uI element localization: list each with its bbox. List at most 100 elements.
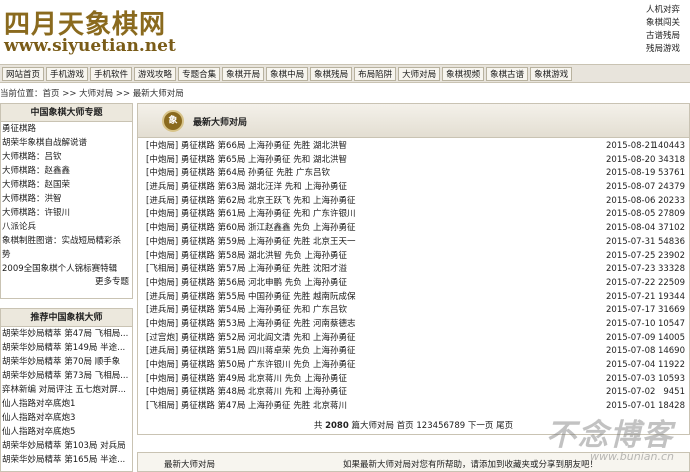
sidebar-recommend: 推荐中国象棋大师 胡荣华妙局精萃 第47局 飞相局... 胡荣华妙局精萃 第149… [0, 308, 133, 472]
sidebar-link[interactable]: 胡荣华妙局精萃 第70局 顺手象 [1, 355, 132, 369]
sidebar-topics: 中国象棋大师专题 勇征棋路 胡荣华象棋自战解说谱 大师棋路：吕钦 大师棋路：赵鑫鑫 大师… [0, 103, 133, 299]
game-views: 14005 [657, 332, 685, 343]
nav-item-11[interactable]: 象棋古谱 [486, 66, 529, 81]
game-date: 2015-08-05 [606, 209, 656, 220]
game-title-link[interactable]: [进兵局] 勇征棋路 第62局 北京王跃飞 先和 上海孙勇征 [146, 195, 355, 209]
sidebar-link[interactable]: 势 [1, 248, 132, 262]
game-views: 24379 [657, 182, 685, 193]
game-views: 34318 [657, 154, 685, 165]
game-title-link[interactable]: [中炮局] 勇征棋路 第61局 上海孙勇征 先和 广东许银川 [146, 208, 355, 222]
game-views: 27809 [657, 209, 685, 220]
sidebar-link[interactable]: 仙人指路对卒底炮1 [1, 397, 132, 411]
nav-item-12[interactable]: 象棋游戏 [530, 66, 573, 81]
nav-item-10[interactable]: 象棋视频 [442, 66, 485, 81]
game-views: 31669 [657, 305, 685, 316]
game-title-link[interactable]: [中炮局] 勇征棋路 第58局 湖北洪智 先负 上海孙勇征 [146, 250, 347, 264]
pager-last-link[interactable]: 尾页 [496, 421, 513, 431]
pager-next-link[interactable]: 下一页 [468, 421, 494, 431]
game-date: 2015-07-01 [606, 401, 656, 412]
game-title-link[interactable]: [中炮局] 勇征棋路 第60局 浙江赵鑫鑫 先负 上海孙勇征 [146, 222, 355, 236]
game-views: 23902 [657, 250, 685, 261]
game-date: 2015-07-04 [606, 360, 656, 370]
top-link-1[interactable]: 象棋闯关 [646, 17, 686, 30]
top-link-3[interactable]: 残局游戏 [646, 43, 686, 56]
main-nav: 网站首页 手机游戏 手机软件 游戏攻略 专题合集 象棋开局 象棋中局 象棋残局 布局陷阱 大师对局… [0, 64, 690, 83]
nav-item-7[interactable]: 象棋残局 [310, 66, 353, 81]
game-date: 2015-08-07 [606, 182, 656, 193]
sidebar-link[interactable]: 胡荣华妙局精萃 第149局 半途... [1, 341, 132, 355]
nav-item-0[interactable]: 网站首页 [2, 66, 45, 81]
game-title-link[interactable]: [中炮局] 勇征棋路 第53局 上海孙勇征 先胜 河南蔡德志 [146, 318, 355, 332]
game-list: [中炮局] 勇征棋路 第66局 上海孙勇征 先胜 湖北洪智 2015-08-21 1… [138, 138, 689, 414]
site-url[interactable]: www.siyuetian.net [4, 36, 176, 56]
game-views: 37102 [657, 223, 685, 234]
sidebar-link[interactable]: 胡荣华妙局精萃 第47局 飞相局... [1, 327, 132, 341]
list-item: [中炮局] 勇征棋路 第60局 浙江赵鑫鑫 先负 上海孙勇征 2015-08-04… [146, 222, 689, 236]
game-date: 2015-08-19 [606, 168, 656, 179]
game-title-link[interactable]: [中炮局] 勇征棋路 第66局 上海孙勇征 先胜 湖北洪智 [146, 140, 347, 154]
game-title-link[interactable]: [过宫炮] 勇征棋路 第52局 河北阎文清 先和 上海孙勇征 [146, 332, 355, 346]
sidebar-recommend-title: 推荐中国象棋大师 [1, 309, 132, 327]
game-views: 33328 [657, 264, 685, 275]
sidebar-link[interactable]: 弈林新编 对局评注 五七炮对屏... [1, 383, 132, 397]
game-title-link[interactable]: [中炮局] 勇征棋路 第50局 广东许银川 先负 上海孙勇征 [146, 359, 355, 373]
game-date: 2015-08-04 [606, 223, 656, 234]
sidebar-link[interactable]: 大师棋路：赵鑫鑫 [1, 164, 132, 178]
game-views: 18428 [657, 401, 685, 412]
sidebar-link[interactable]: 大师棋路：许银川 [1, 206, 132, 220]
game-title-link[interactable]: [进兵局] 勇征棋路 第54局 上海孙勇征 先和 广东吕钦 [146, 304, 347, 318]
bottom-title: 最新大师对局 [164, 460, 216, 470]
game-date: 2015-08-06 [606, 195, 656, 206]
game-title-link[interactable]: [中炮局] 勇征棋路 第49局 北京蒋川 先负 上海孙勇征 [146, 373, 347, 387]
sidebar-link[interactable]: 胡荣华妙局精萃 第165局 半途... [1, 453, 132, 467]
nav-item-5[interactable]: 象棋开局 [222, 66, 265, 81]
sidebar-link[interactable]: 八派论兵 [1, 220, 132, 234]
game-title-link[interactable]: [中炮局] 勇征棋路 第64局 孙勇征 先胜 广东吕钦 [146, 167, 330, 181]
game-title-link[interactable]: [中炮局] 勇征棋路 第59局 上海孙勇征 先胜 北京王天一 [146, 236, 355, 250]
nav-item-6[interactable]: 象棋中局 [266, 66, 309, 81]
pager-prefix: 共 [313, 420, 323, 431]
more-topics-link[interactable]: 更多专题 [95, 277, 129, 287]
nav-item-9[interactable]: 大师对局 [398, 66, 441, 81]
game-title-link[interactable]: [飞相局] 勇征棋路 第57局 上海孙勇征 先胜 沈阳才溢 [146, 263, 347, 277]
sidebar-link[interactable]: 胡荣华妙局精萃 第73局 飞相局... [1, 369, 132, 383]
sidebar-link[interactable]: 仙人指路对卒底炮5 [1, 425, 132, 439]
game-date: 2015-07-08 [606, 346, 656, 357]
sidebar-link[interactable]: 胡荣华象棋自战解说谱 [1, 136, 132, 150]
list-item: [进兵局] 勇征棋路 第63局 湖北汪洋 先和 上海孙勇征 2015-08-07 2… [146, 181, 689, 195]
sidebar-link[interactable]: 胡荣华妙局精萃 第103局 对兵局 [1, 439, 132, 453]
pager-suffix[interactable]: 篇大师对局 首页 [351, 421, 413, 431]
game-date: 2015-07-02 [606, 387, 656, 398]
sidebar-recommend-list: 胡荣华妙局精萃 第47局 飞相局... 胡荣华妙局精萃 第149局 半途... 胡荣… [1, 327, 132, 467]
list-item: [进兵局] 勇征棋路 第51局 四川蒋卓荣 先负 上海孙勇征 2015-07-08… [146, 345, 689, 359]
game-views: 14690 [657, 346, 685, 357]
nav-item-2[interactable]: 手机软件 [90, 66, 133, 81]
game-title-link[interactable]: [进兵局] 勇征棋路 第55局 中国孙勇征 先胜 越南阮成保 [146, 291, 355, 305]
game-date: 2015-08-21 [606, 141, 656, 151]
sidebar-link[interactable]: 象棋制胜图谱：实战短局精彩杀 [1, 234, 132, 248]
sidebar-topics-title: 中国象棋大师专题 [1, 104, 132, 122]
top-link-2[interactable]: 古谱残局 [646, 30, 686, 43]
list-item: [飞相局] 勇征棋路 第57局 上海孙勇征 先胜 沈阳才溢 2015-07-23 3… [146, 263, 689, 277]
sidebar-link[interactable]: 勇征棋路 [1, 122, 132, 136]
nav-item-4[interactable]: 专题合集 [178, 66, 221, 81]
game-title-link[interactable]: [进兵局] 勇征棋路 第63局 湖北汪洋 先和 上海孙勇征 [146, 181, 347, 195]
sidebar-link[interactable]: 大师棋路：洪智 [1, 192, 132, 206]
sidebar-link[interactable]: 大师棋路：赵国荣 [1, 178, 132, 192]
pager-total: 2080 [325, 420, 349, 431]
nav-item-1[interactable]: 手机游戏 [46, 66, 89, 81]
game-views: 11922 [657, 360, 685, 370]
sidebar-link[interactable]: 2009全国象棋个人锦标赛特辑 [1, 262, 132, 276]
game-title-link[interactable]: [中炮局] 勇征棋路 第65局 上海孙勇征 先和 湖北洪智 [146, 154, 347, 168]
game-title-link[interactable]: [中炮局] 勇征棋路 第48局 北京蒋川 先和 上海孙勇征 [146, 386, 347, 400]
top-link-0[interactable]: 人机对弈 [646, 4, 686, 17]
game-title-link[interactable]: [中炮局] 勇征棋路 第56局 河北申鹏 先负 上海孙勇征 [146, 277, 347, 291]
pager-page-link[interactable]: 9 [460, 421, 465, 431]
nav-item-8[interactable]: 布局陷阱 [354, 66, 397, 81]
nav-item-3[interactable]: 游戏攻略 [134, 66, 177, 81]
game-date: 2015-07-25 [606, 250, 656, 261]
game-title-link[interactable]: [飞相局] 勇征棋路 第47局 上海孙勇征 先胜 北京蒋川 [146, 400, 347, 414]
sidebar-link[interactable]: 大师棋路：吕钦 [1, 150, 132, 164]
game-title-link[interactable]: [进兵局] 勇征棋路 第51局 四川蒋卓荣 先负 上海孙勇征 [146, 345, 355, 359]
sidebar-link[interactable]: 仙人指路对卒底炮3 [1, 411, 132, 425]
